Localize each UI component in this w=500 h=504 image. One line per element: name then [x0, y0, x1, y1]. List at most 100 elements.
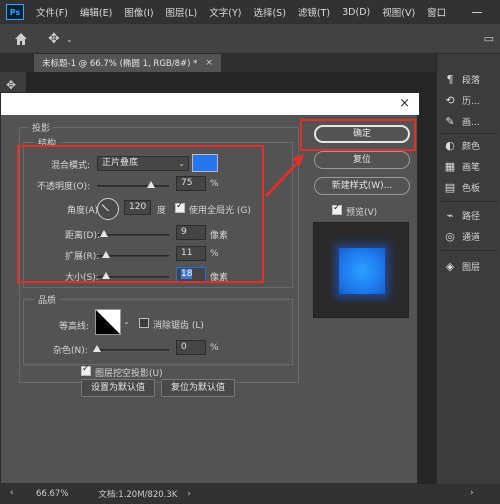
swatches-icon: ▤	[444, 180, 456, 194]
ok-button[interactable]: 确定	[314, 125, 410, 143]
new-style-button[interactable]: 新建样式(W)...	[314, 177, 410, 195]
menu-window[interactable]: 窗口	[427, 5, 446, 19]
global-light-checkbox[interactable]	[175, 201, 185, 213]
brushes-icon: ▦	[444, 159, 456, 173]
zoom-level[interactable]: 66.67%	[36, 489, 68, 499]
knockout-checkbox[interactable]	[81, 364, 91, 376]
menu-image[interactable]: 图像(I)	[124, 5, 153, 19]
panel-label: 图层	[462, 262, 481, 273]
panel-label: 段落	[462, 75, 481, 86]
contour-preview[interactable]	[95, 309, 121, 335]
close-icon[interactable]: ×	[399, 96, 410, 111]
noise-slider-handle[interactable]	[93, 345, 101, 352]
menu-bar: Ps 文件(F) 编辑(E) 图像(I) 图层(L) 文字(Y) 选择(S) 滤…	[0, 0, 500, 24]
menu-filter[interactable]: 滤镜(T)	[298, 5, 330, 19]
panel-color[interactable]: ◐ 颜色	[443, 136, 480, 154]
size-slider-handle[interactable]	[102, 272, 110, 279]
reset-button[interactable]: 复位	[314, 151, 410, 169]
shadow-color-swatch[interactable]	[192, 154, 218, 172]
blend-mode-select[interactable]: 正片叠底 ⌄	[97, 156, 189, 171]
quality-title: 品质	[35, 293, 60, 306]
knockout-label: 图层挖空投影(U)	[95, 369, 163, 379]
dialog-title-bar[interactable]: ×	[1, 93, 419, 115]
move-tool-icon[interactable]: ✥	[6, 78, 16, 92]
menu-view[interactable]: 视图(V)	[382, 5, 415, 19]
size-input[interactable]: 18	[176, 267, 206, 282]
panel-divider	[441, 250, 497, 251]
panel-brushes[interactable]: ▦ 画笔	[443, 157, 480, 175]
noise-label: 杂色(N):	[53, 346, 88, 356]
structure-title: 结构	[35, 136, 60, 149]
color-icon: ◐	[445, 138, 455, 152]
chevron-right-icon[interactable]: ›	[187, 489, 190, 499]
panel-label: 通道	[462, 232, 481, 243]
contour-label: 等高线:	[59, 322, 90, 332]
menu-3d[interactable]: 3D(D)	[342, 7, 370, 18]
panel-paragraph[interactable]: ¶ 段落	[443, 70, 481, 88]
reset-default-button[interactable]: 复位为默认值	[161, 379, 235, 397]
panel-paths[interactable]: ⌁ 路径	[443, 206, 480, 224]
panel-swatches[interactable]: ▤ 色板	[443, 178, 480, 196]
antialias-label: 消除锯齿 (L)	[153, 321, 204, 331]
distance-slider-handle[interactable]	[100, 230, 108, 237]
paths-icon: ⌁	[446, 208, 454, 222]
panel-label: 历...	[462, 96, 480, 107]
panel-label: 颜色	[462, 141, 481, 152]
layers-icon: ◈	[445, 259, 455, 273]
blend-mode-value: 正片叠底	[102, 158, 139, 168]
panel-label: 路径	[462, 211, 481, 222]
contour-curve	[96, 310, 120, 334]
noise-input[interactable]: 0	[176, 340, 206, 355]
noise-slider[interactable]	[97, 349, 169, 351]
close-icon[interactable]: ×	[205, 58, 213, 68]
chevron-left-icon[interactable]: ‹	[10, 488, 14, 498]
panel-history[interactable]: ⟲ 历...	[443, 91, 480, 109]
minimize-icon[interactable]	[472, 12, 482, 13]
menu-layer[interactable]: 图层(L)	[166, 5, 198, 19]
move-tool-icon[interactable]: ✥	[48, 31, 60, 47]
size-unit: 像素	[210, 273, 229, 283]
panel-divider	[441, 133, 497, 134]
preview-label: 预览(V)	[346, 208, 378, 218]
menu-file[interactable]: 文件(F)	[36, 5, 68, 19]
opacity-label: 不透明度(O):	[37, 182, 91, 192]
history-icon: ⟲	[445, 93, 455, 107]
distance-input[interactable]: 9	[176, 225, 206, 240]
distance-unit: 像素	[210, 231, 229, 241]
chevron-down-icon[interactable]: ⌄	[123, 317, 130, 326]
angle-input[interactable]: 120	[124, 200, 151, 215]
preview-checkbox[interactable]	[332, 203, 342, 215]
angle-dial[interactable]	[97, 198, 119, 220]
panel-channels[interactable]: ◎ 通道	[443, 227, 480, 245]
spread-input[interactable]: 11	[176, 246, 206, 261]
home-icon[interactable]	[14, 32, 28, 46]
panel-layers[interactable]: ◈ 图层	[443, 257, 480, 275]
photoshop-logo-icon: Ps	[6, 4, 24, 20]
global-light-label: 使用全局光 (G)	[189, 206, 251, 216]
antialias-checkbox[interactable]	[139, 318, 149, 328]
distance-label: 距离(D):	[65, 231, 100, 241]
menu-select[interactable]: 选择(S)	[253, 5, 285, 19]
chevron-down-icon[interactable]: ⌄	[66, 35, 73, 44]
chevron-right-icon[interactable]: ›	[470, 488, 474, 498]
set-default-button[interactable]: 设置为默认值	[81, 379, 155, 397]
opacity-slider[interactable]	[97, 185, 169, 187]
workspace-icon[interactable]: ▭	[484, 32, 494, 45]
opacity-unit: %	[210, 179, 219, 189]
section-title: 投影	[29, 121, 54, 134]
arrow-icon	[264, 154, 304, 198]
spread-slider-handle[interactable]	[102, 251, 110, 258]
document-size: 文档:1.20M/820.3K	[98, 490, 178, 500]
preview-thumbnail	[339, 248, 385, 294]
menu-type[interactable]: 文字(Y)	[209, 5, 241, 19]
opacity-input[interactable]: 75	[176, 176, 206, 191]
menu-edit[interactable]: 编辑(E)	[80, 5, 112, 19]
panel-label: 色板	[462, 183, 481, 194]
right-panel-dock: ¶ 段落 ⟲ 历... ✎ 画... ◐ 颜色 ▦ 画笔 ▤ 色板 ⌁ 路径 ◎…	[436, 54, 500, 484]
opacity-slider-handle[interactable]	[147, 181, 155, 188]
panel-brush-settings[interactable]: ✎ 画...	[443, 112, 479, 130]
options-bar: ✥ ⌄ ▭	[0, 24, 500, 54]
brush-icon: ✎	[445, 114, 455, 128]
blend-mode-label: 混合模式:	[51, 161, 91, 171]
document-tab[interactable]: 未标题-1 @ 66.7% (椭圆 1, RGB/8#) * ×	[34, 54, 221, 72]
